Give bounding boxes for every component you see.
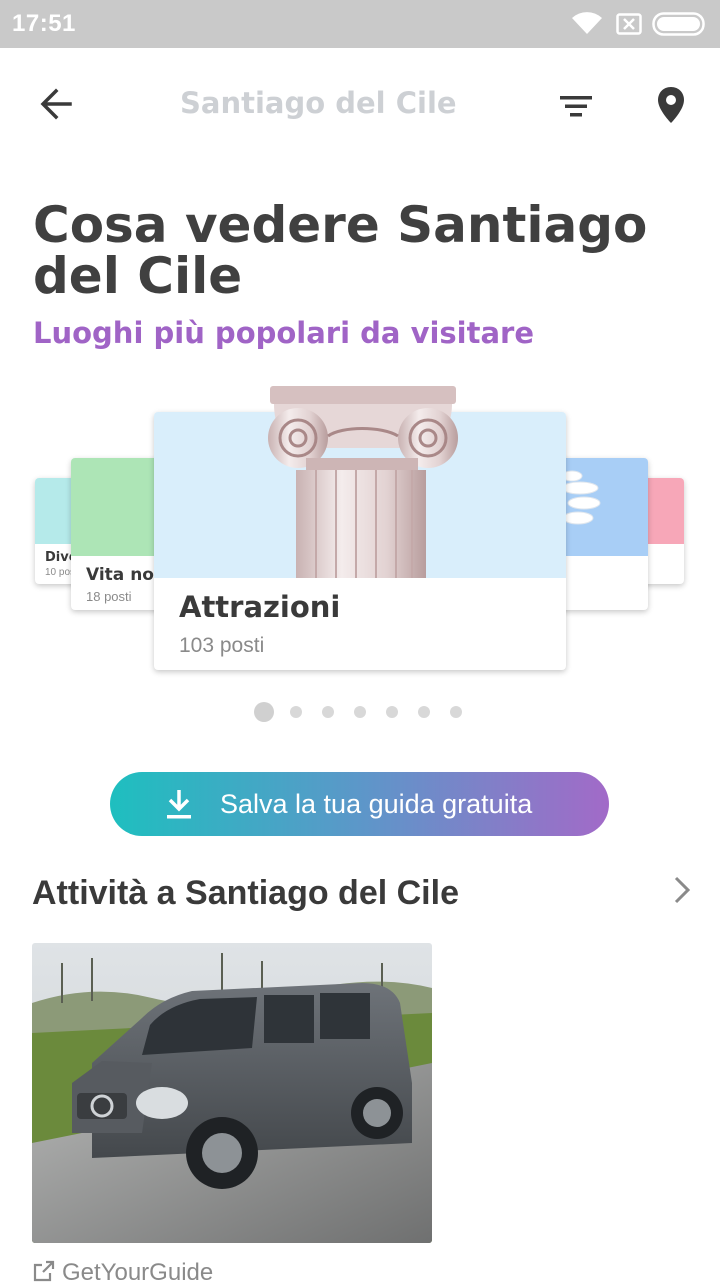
filter-icon [558, 92, 594, 125]
pager-dot[interactable] [386, 706, 398, 718]
app-bar: Santiago del Cile [0, 48, 720, 160]
battery-icon [652, 12, 708, 41]
wifi-icon [570, 10, 604, 41]
no-sim-icon [616, 13, 642, 40]
card-count: 18 posti [86, 589, 132, 604]
pager-dot[interactable] [322, 706, 334, 718]
category-carousel[interactable]: Dive 10 posti Vita no 18 posti Attrazion… [0, 380, 720, 690]
activities-title: Attività a Santiago del Cile [32, 874, 459, 912]
save-guide-button[interactable]: Salva la tua guida gratuita [110, 772, 609, 836]
save-guide-label: Salva la tua guida gratuita [220, 789, 533, 819]
filter-button[interactable] [552, 84, 600, 132]
status-bar: 17:51 [0, 0, 720, 48]
pager-dot[interactable] [290, 706, 302, 718]
activities-more-button[interactable] [662, 872, 702, 912]
provider-link[interactable]: GetYourGuide [32, 1258, 213, 1288]
download-icon [164, 788, 194, 825]
arrow-left-icon [38, 86, 74, 127]
pager-dot[interactable] [450, 706, 462, 718]
location-pin-icon [656, 86, 686, 129]
card-count: 103 posti [179, 634, 265, 657]
column-illustration [268, 386, 458, 578]
pager-dot[interactable] [354, 706, 366, 718]
external-link-icon [32, 1259, 56, 1288]
app-bar-title: Santiago del Cile [180, 86, 457, 120]
back-button[interactable] [30, 80, 82, 132]
page-subtitle: Luoghi più popolari da visitare [33, 316, 535, 350]
pager-dot[interactable] [418, 706, 430, 718]
card-title: Attrazioni [179, 590, 341, 624]
card-title: Vita no [86, 565, 154, 585]
chevron-right-icon [672, 875, 692, 910]
activity-card-image[interactable] [32, 943, 432, 1243]
van-photo [32, 943, 432, 1243]
map-button[interactable] [646, 82, 696, 132]
pager-dot-active[interactable] [254, 702, 274, 722]
status-time: 17:51 [12, 10, 76, 37]
provider-label: GetYourGuide [62, 1259, 214, 1286]
carousel-pager [0, 700, 720, 724]
page-title: Cosa vedere Santiago del Cile [33, 196, 648, 305]
